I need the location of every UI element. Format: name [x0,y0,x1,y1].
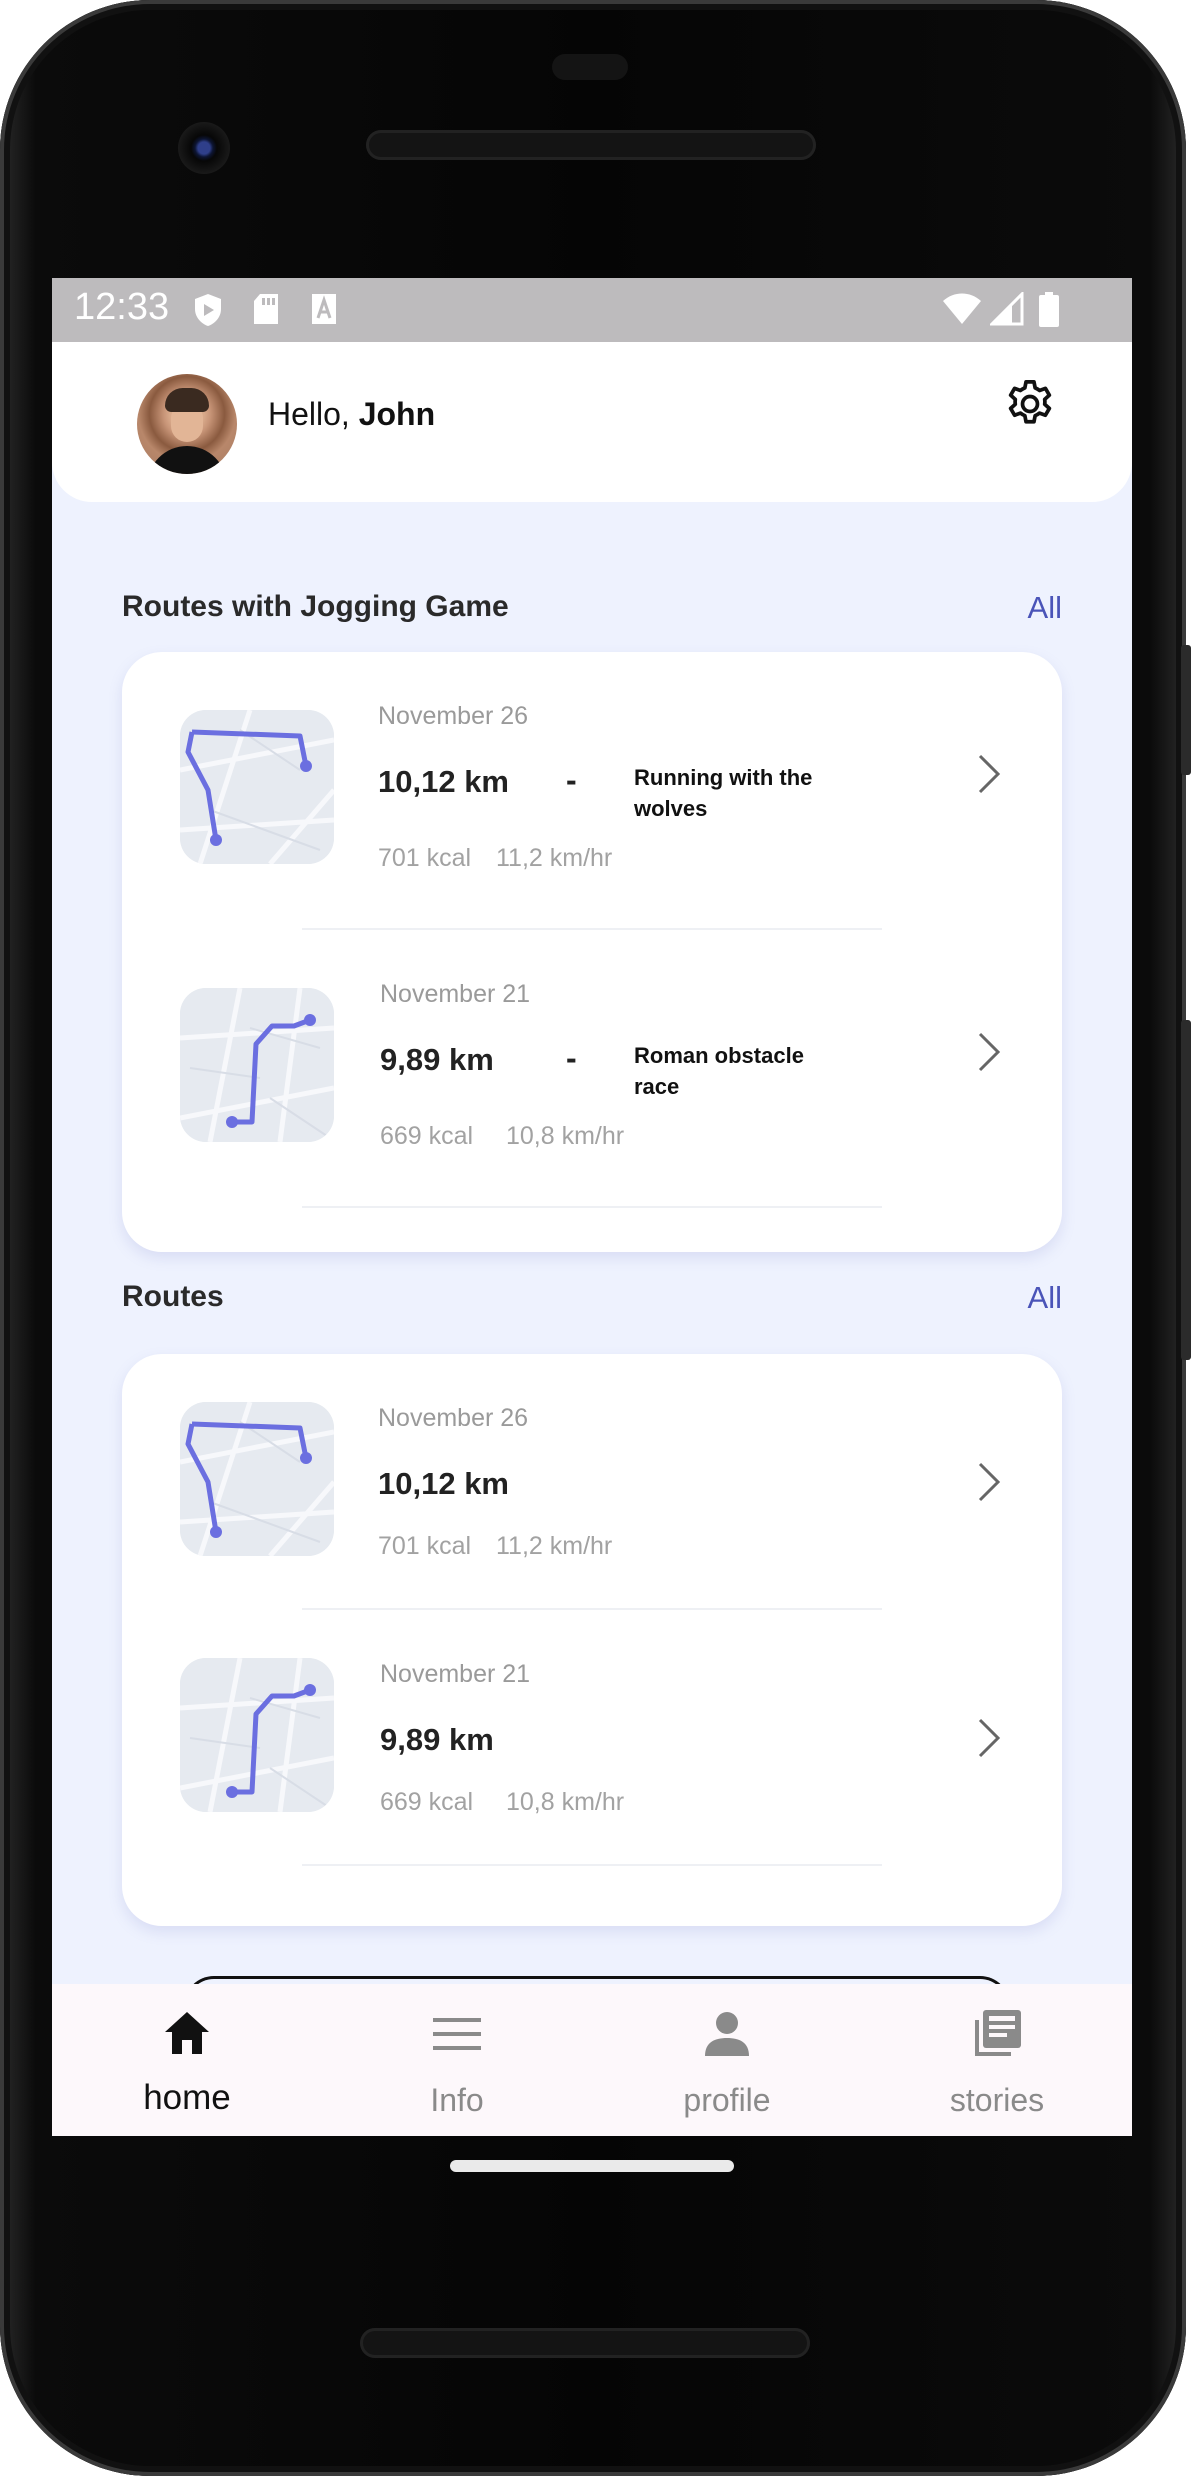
nav-item-info[interactable]: Info [322,1984,592,2136]
status-time: 12:33 [74,286,170,328]
routes-section-title: Routes [122,1280,224,1313]
route-game-name: Roman obstacle race [634,1043,804,1099]
row-divider [302,1206,882,1208]
route-kcal: 669 kcal [380,1788,474,1816]
jogging-all-link[interactable]: All [1028,590,1062,626]
route-date: November 26 [378,702,529,730]
route-game-name: Running with the wolves [634,765,813,821]
route-map-thumbnail [180,1402,334,1556]
greeting-prefix: Hello, [268,396,359,432]
route-speed: 11,2 km/hr [496,1532,613,1560]
signal-icon [990,292,1024,326]
route-date: November 26 [378,1404,529,1432]
library-icon [975,2010,1021,2056]
list-item[interactable]: November 26 10,12 km 701 kcal 11,2 km/hr [122,1354,1062,1610]
routes-all-link[interactable]: All [1028,1280,1062,1316]
route-kcal: 701 kcal [378,844,472,872]
phone-frame: 12:33 Hello, John Routes with Jogging Ga… [0,0,1191,2476]
route-speed: 11,2 km/hr [496,844,613,872]
header: Hello, John [52,342,1132,502]
jogging-section-title: Routes with Jogging Game [122,590,509,623]
front-camera-icon [178,122,230,174]
person-icon [705,2012,749,2056]
list-item[interactable]: November 26 10,12 km - Running with the … [122,652,1062,930]
list-item[interactable]: November 21 9,89 km 669 kcal 10,8 km/hr [122,1610,1062,1866]
app-screen: 12:33 Hello, John Routes with Jogging Ga… [52,278,1132,2136]
route-map-image [180,988,334,1142]
sensor-notch [552,54,628,80]
route-kcal: 701 kcal [378,1532,472,1560]
route-date: November 21 [380,1660,531,1688]
nav-item-home[interactable]: home [52,1984,322,2136]
home-icon [165,2012,209,2054]
route-distance: 9,89 km [380,1722,494,1757]
menu-icon [433,2018,481,2050]
route-date: November 21 [380,980,531,1008]
nav-label-stories: stories [949,2082,1045,2118]
a-icon [312,294,336,324]
avatar-hair [165,388,209,412]
route-kcal: 669 kcal [380,1122,474,1150]
nav-label-info: Info [430,2082,484,2118]
avatar[interactable] [137,374,237,474]
route-map-image [180,710,334,864]
row-divider [302,1864,882,1866]
routes-card: November 26 10,12 km 701 kcal 11,2 km/hr [122,1354,1062,1926]
list-item[interactable]: November 21 9,89 km - Roman obstacle rac… [122,930,1062,1208]
nav-item-stories[interactable]: stories [862,1984,1132,2136]
home-indicator[interactable] [450,2160,734,2172]
route-separator: - [566,762,577,798]
wifi-icon [943,293,981,324]
battery-icon [1039,292,1059,327]
chevron-right-icon[interactable] [974,752,1004,796]
route-map-image [180,1658,334,1812]
power-button [1181,645,1191,775]
chevron-right-icon[interactable] [974,1460,1004,1504]
sd-card-icon [254,294,278,324]
nav-label-home: home [143,2078,231,2117]
earpiece-speaker [366,130,816,160]
volume-button [1181,1020,1191,1360]
route-distance: 10,12 km [378,1466,509,1501]
route-map-thumbnail [180,988,334,1142]
bottom-speaker [360,2328,810,2358]
route-map-thumbnail [180,710,334,864]
route-speed: 10,8 km/hr [506,1788,625,1816]
user-name: John [358,396,436,432]
status-bar: 12:33 [52,278,1132,342]
route-distance: 10,12 km [378,764,509,799]
route-map-thumbnail [180,1658,334,1812]
route-map-image [180,1402,334,1556]
avatar-shirt [147,446,227,474]
chevron-right-icon[interactable] [974,1030,1004,1074]
shield-icon [195,294,221,326]
route-separator: - [566,1040,577,1076]
bottom-navigation: home Info profile stories [52,1984,1132,2136]
gear-icon[interactable] [1002,376,1058,432]
greeting: Hello, John [268,396,435,433]
nav-label-profile: profile [683,2082,771,2118]
chevron-right-icon[interactable] [974,1716,1004,1760]
route-distance: 9,89 km [380,1042,494,1077]
route-speed: 10,8 km/hr [506,1122,625,1150]
nav-item-profile[interactable]: profile [592,1984,862,2136]
jogging-routes-card: November 26 10,12 km - Running with the … [122,652,1062,1252]
